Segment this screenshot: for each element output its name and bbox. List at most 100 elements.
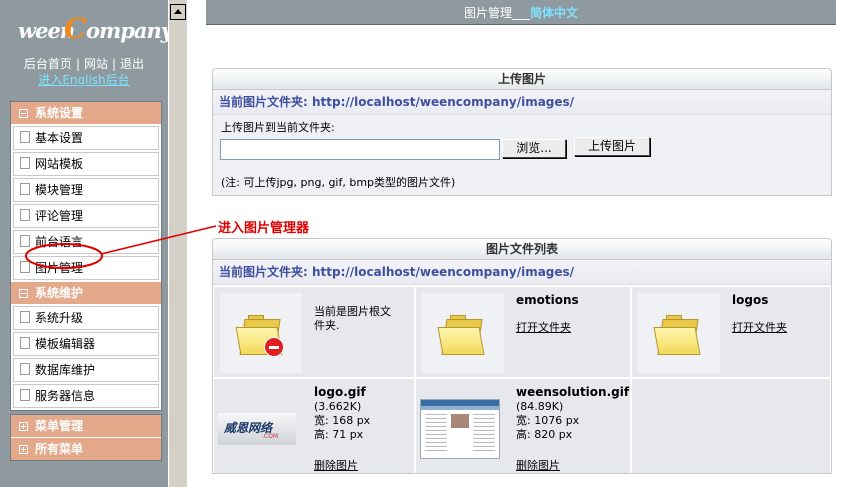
- menu-management-header[interactable]: 菜单管理: [11, 415, 161, 438]
- left-sidebar: ween C ompany 后台首页 | 网站 | 退出 进入English后台 系统设…: [0, 0, 173, 487]
- image-width: 宽: 168 px: [314, 414, 371, 427]
- folder-name: logos: [732, 293, 769, 307]
- image-cell-logo: 威恩网络 .COM logo.gif (3.662K) 宽: 168 px 高:…: [214, 379, 414, 473]
- menu-item-label: 数据库维护: [35, 363, 96, 377]
- document-icon: [20, 235, 30, 247]
- file-list-title: 图片文件列表: [213, 239, 831, 260]
- frame-scrollbar[interactable]: [168, 0, 187, 487]
- folder-icon: [437, 313, 486, 355]
- folder-cell-logos: logos 打开文件夹: [632, 287, 830, 377]
- thumbnail: [422, 293, 504, 373]
- menu-item-label: 模板编辑器: [35, 337, 96, 351]
- system-settings-header[interactable]: 系统设置: [11, 102, 161, 125]
- logo-text-ompany: ompany: [86, 18, 173, 43]
- page-title-bar: 图片管理___简体中文: [206, 0, 836, 25]
- open-folder-link[interactable]: 打开文件夹: [732, 319, 787, 335]
- document-icon: [20, 183, 30, 195]
- image-info: (3.662K) 宽: 168 px 高: 71 px: [314, 400, 370, 442]
- menu-item-label: 服务器信息: [35, 389, 96, 403]
- menu-item-front-language[interactable]: 前台语言: [13, 230, 159, 254]
- image-height: 高: 820 px: [516, 428, 573, 441]
- system-maintenance-title: 系统维护: [35, 286, 84, 300]
- delete-image-link[interactable]: 删除图片: [516, 457, 560, 473]
- system-maintenance-header[interactable]: 系统维护: [11, 282, 161, 305]
- annotation-callout: 进入图片管理器: [218, 221, 310, 236]
- menu-item-module-management[interactable]: 模块管理: [13, 178, 159, 202]
- menu-item-template-editor[interactable]: 模板编辑器: [13, 332, 159, 356]
- root-note: 当前是图片根文 件夹.: [314, 305, 391, 333]
- menu-item-server-info[interactable]: 服务器信息: [13, 384, 159, 408]
- menu-management-title: 菜单管理: [35, 419, 84, 433]
- document-icon: [20, 157, 30, 169]
- document-icon: [20, 209, 30, 221]
- expand-icon: [19, 445, 28, 454]
- extra-menu: 菜单管理 所有菜单: [10, 414, 162, 461]
- logo-thumbnail-subtext: .COM: [262, 433, 278, 440]
- system-settings-menu: 系统设置 基本设置 网站模板 模块管理 评论管理 前台语言 图片管理 系统维护 …: [10, 101, 162, 411]
- top-links: 后台首页 | 网站 | 退出 进入English后台: [0, 56, 168, 88]
- document-icon: [20, 363, 30, 375]
- expand-icon: [19, 422, 28, 431]
- collapse-icon: [19, 289, 28, 298]
- image-width: 宽: 1076 px: [516, 414, 580, 427]
- folder-name: emotions: [516, 293, 579, 307]
- image-cell-weensolution: weensolution.gif (84.89K) 宽: 1076 px 高: …: [416, 379, 630, 473]
- file-grid: 当前是图片根文 件夹. emotions 打开文件夹 logos 打开文件夹 威…: [213, 285, 831, 473]
- empty-cell: [632, 379, 830, 473]
- logout-link[interactable]: 退出: [120, 57, 144, 71]
- image-info: (84.89K) 宽: 1076 px 高: 820 px: [516, 400, 579, 442]
- menu-item-image-management[interactable]: 图片管理: [13, 256, 159, 280]
- file-list-panel: 图片文件列表 当前图片文件夹: http://localhost/weencom…: [212, 238, 832, 474]
- scroll-up-arrow-icon[interactable]: [170, 4, 186, 20]
- image-height: 高: 71 px: [314, 428, 364, 441]
- upload-panel: 上传图片 当前图片文件夹: http://localhost/weencompa…: [212, 68, 832, 196]
- page-title: 图片管理: [463, 6, 512, 20]
- file-path-input[interactable]: [220, 139, 500, 160]
- website-thumbnail-image[interactable]: [420, 399, 500, 459]
- english-admin-link[interactable]: 进入English后台: [38, 73, 129, 87]
- document-icon: [20, 261, 30, 273]
- delete-image-link[interactable]: 删除图片: [314, 457, 358, 473]
- language-label: 简体中文: [530, 6, 579, 20]
- weencompany-logo: ween C ompany: [18, 12, 173, 45]
- menu-item-comment-management[interactable]: 评论管理: [13, 204, 159, 228]
- document-icon: [20, 311, 30, 323]
- menu-item-label: 图片管理: [35, 261, 84, 275]
- root-note-line: 件夹.: [314, 319, 340, 332]
- menu-item-system-upgrade[interactable]: 系统升级: [13, 306, 159, 330]
- image-size: (84.89K): [516, 400, 564, 413]
- menu-item-basic-settings[interactable]: 基本设置: [13, 126, 159, 150]
- thumbnail: [220, 293, 302, 373]
- title-separator: ___: [512, 6, 530, 20]
- site-link[interactable]: 网站: [84, 57, 108, 71]
- document-icon: [20, 131, 30, 143]
- menu-item-label: 系统升级: [35, 311, 84, 325]
- all-menus-title: 所有菜单: [35, 442, 84, 456]
- document-icon: [20, 389, 30, 401]
- system-settings-title: 系统设置: [35, 106, 84, 120]
- logo-thumbnail-image[interactable]: 威恩网络 .COM: [218, 413, 296, 445]
- folder-cell-emotions: emotions 打开文件夹: [416, 287, 630, 377]
- menu-item-label: 前台语言: [35, 235, 84, 249]
- upload-panel-title: 上传图片: [213, 69, 831, 90]
- upload-form: 上传图片到当前文件夹: 浏览... 上传图片 (注: 可上传jpg, png, …: [213, 115, 831, 195]
- upload-button[interactable]: 上传图片: [574, 137, 650, 156]
- current-folder-path: 当前图片文件夹: http://localhost/weencompany/im…: [213, 90, 831, 115]
- root-note-line: 当前是图片根文: [314, 305, 391, 318]
- folder-icon: [653, 313, 702, 355]
- menu-item-label: 基本设置: [35, 131, 84, 145]
- menu-item-database-maintenance[interactable]: 数据库维护: [13, 358, 159, 382]
- menu-item-site-template[interactable]: 网站模板: [13, 152, 159, 176]
- thumbnail: [638, 293, 720, 373]
- open-folder-link[interactable]: 打开文件夹: [516, 319, 571, 335]
- image-size: (3.662K): [314, 400, 362, 413]
- document-icon: [20, 337, 30, 349]
- all-menus-header[interactable]: 所有菜单: [11, 438, 161, 460]
- upload-note: (注: 可上传jpg, png, gif, bmp类型的图片文件): [221, 176, 456, 189]
- home-link[interactable]: 后台首页: [24, 57, 72, 71]
- image-name: logo.gif: [314, 385, 366, 399]
- browse-button[interactable]: 浏览...: [502, 139, 566, 158]
- separator: |: [75, 57, 80, 71]
- root-folder-cell: 当前是图片根文 件夹.: [214, 287, 414, 377]
- menu-item-label: 模块管理: [35, 183, 84, 197]
